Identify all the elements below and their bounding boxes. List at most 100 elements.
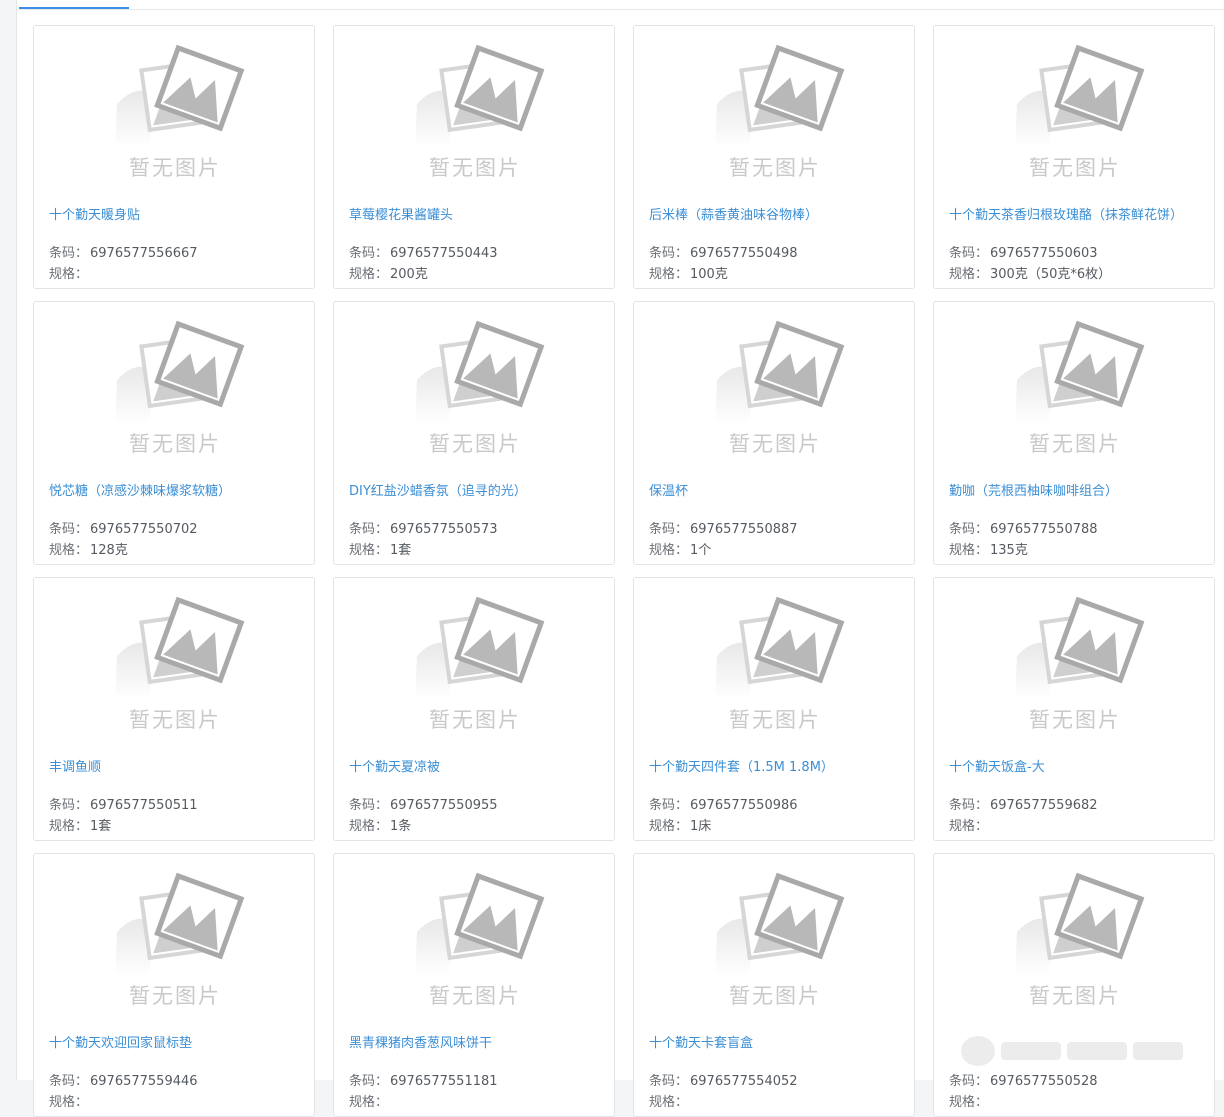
barcode-value: 6976577554052 [690,1074,798,1089]
barcode-label: 条码： [649,798,689,813]
spec-label: 规格： [649,267,689,282]
product-name-link[interactable]: 十个勤天暖身贴 [49,204,304,223]
product-card[interactable]: 暂无图片 保温杯 条码： 6976577550887 规格： 1个 [633,301,915,565]
barcode-label: 条码： [949,522,989,537]
no-image-text: 暂无图片 [429,432,521,456]
barcode-value: 6976577550498 [690,246,798,261]
product-name-link[interactable]: 十个勤天茶香归根玫瑰酪（抹茶鲜花饼） [949,204,1204,223]
barcode-value: 6976577556667 [90,246,198,261]
barcode-value: 6976577551181 [390,1074,498,1089]
spec-row: 规格： 1套 [49,815,111,834]
spec-label: 规格： [349,819,389,834]
barcode-label: 条码： [349,798,389,813]
active-tab-indicator [19,7,129,9]
product-card[interactable]: 暂无图片 十个勤天茶香归根玫瑰酪（抹茶鲜花饼） 条码： 6976577550603… [933,25,1215,289]
product-card[interactable]: 暂无图片 勤咖（芫根西柚味咖啡组合） 条码： 6976577550788 规格： 1… [933,301,1215,565]
spec-label: 规格： [949,543,989,558]
barcode-label: 条码： [349,522,389,537]
no-image-text: 暂无图片 [1029,432,1121,456]
product-card[interactable]: 暂无图片 草莓樱花果酱罐头 条码： 6976577550443 规格： 200克 [333,25,615,289]
no-image-text: 暂无图片 [729,984,821,1008]
product-card[interactable]: 暂无图片 DIY红盐沙蜡香氛（追寻的光） 条码： 6976577550573 规格… [333,301,615,565]
barcode-label: 条码： [49,522,89,537]
spec-row: 规格： [949,815,990,834]
tab-bar-divider [17,9,1224,10]
product-name-link[interactable]: 后米棒（蒜香黄油味谷物棒） [649,204,904,223]
barcode-value: 6976577550511 [90,798,198,813]
barcode-label: 条码： [349,246,389,261]
spec-row: 规格： [49,263,90,282]
spec-label: 规格： [649,1095,689,1110]
barcode-value: 6976577550603 [990,246,1098,261]
product-name-link[interactable]: 勤咖（芫根西柚味咖啡组合） [949,480,1204,499]
barcode-row: 条码： 6976577550603 [949,242,1098,261]
barcode-label: 条码： [949,798,989,813]
no-image-text: 暂无图片 [729,432,821,456]
spec-row: 规格： 100克 [649,263,728,282]
watermark [961,1029,1224,1073]
product-card[interactable]: 暂无图片 丰调鱼顺 条码： 6976577550511 规格： 1套 [33,577,315,841]
product-name-link[interactable]: 十个勤天夏凉被 [349,756,604,775]
product-name-link[interactable]: 十个勤天四件套（1.5M 1.8M） [649,756,904,775]
no-image-text: 暂无图片 [1029,984,1121,1008]
spec-label: 规格： [349,543,389,558]
spec-label: 规格： [649,819,689,834]
product-card[interactable]: 暂无图片 十个勤天欢迎回家鼠标垫 条码： 6976577559446 规格： [33,853,315,1117]
spec-label: 规格： [349,267,389,282]
product-card[interactable]: 暂无图片 十个勤天夏凉被 条码： 6976577550955 规格： 1条 [333,577,615,841]
product-card[interactable]: 暂无图片 后米棒（蒜香黄油味谷物棒） 条码： 6976577550498 规格： 1… [633,25,915,289]
spec-value: 128克 [90,543,128,558]
product-card[interactable]: 暂无图片 悦芯糖（凉感沙棘味爆浆软糖） 条码： 6976577550702 规格：… [33,301,315,565]
spec-label: 规格： [49,819,89,834]
product-card[interactable]: 暂无图片 十个勤天暖身贴 条码： 6976577556667 规格： [33,25,315,289]
product-name-link[interactable]: 十个勤天卡套盲盒 [649,1032,904,1051]
barcode-value: 6976577559682 [990,798,1098,813]
product-card[interactable]: 暂无图片 十个勤天卡套盲盒 条码： 6976577554052 规格： [633,853,915,1117]
no-image-text: 暂无图片 [429,984,521,1008]
barcode-value: 6976577550955 [390,798,498,813]
content-panel: 暂无图片 十个勤天暖身贴 条码： 6976577556667 规格： 暂无图片 … [16,0,1224,1117]
no-image-text: 暂无图片 [1029,156,1121,180]
no-image-text: 暂无图片 [129,156,221,180]
spec-value: 1个 [690,543,712,558]
product-card[interactable]: 暂无图片 十个勤天饭盒-大 条码： 6976577559682 规格： [933,577,1215,841]
product-card[interactable]: 暂无图片 条码： 6976577550528 规格： [933,853,1215,1117]
product-name-link[interactable]: 十个勤天欢迎回家鼠标垫 [49,1032,304,1051]
barcode-value: 6976577550702 [90,522,198,537]
no-image-text: 暂无图片 [429,156,521,180]
barcode-value: 6976577559446 [90,1074,198,1089]
barcode-row: 条码： 6976577550498 [649,242,798,261]
product-name-link[interactable]: 丰调鱼顺 [49,756,304,775]
spec-row: 规格： 1套 [349,539,411,558]
barcode-value: 6976577550573 [390,522,498,537]
product-name-link[interactable]: 保温杯 [649,480,904,499]
barcode-label: 条码： [49,798,89,813]
no-image-text: 暂无图片 [129,984,221,1008]
barcode-row: 条码： 6976577550955 [349,794,498,813]
product-card[interactable]: 暂无图片 黑青稞猪肉香葱风味饼干 条码： 6976577551181 规格： [333,853,615,1117]
no-image-text: 暂无图片 [1029,708,1121,732]
spec-label: 规格： [949,267,989,282]
barcode-row: 条码： 6976577559682 [949,794,1098,813]
product-name-link[interactable]: 十个勤天饭盒-大 [949,756,1204,775]
barcode-value: 6976577550443 [390,246,498,261]
product-name-link[interactable]: 黑青稞猪肉香葱风味饼干 [349,1032,604,1051]
barcode-row: 条码： 6976577550788 [949,518,1098,537]
spec-value: 100克 [690,267,728,282]
no-image-text: 暂无图片 [429,708,521,732]
barcode-row: 条码： 6976577550887 [649,518,798,537]
spec-value: 1条 [390,819,412,834]
product-card[interactable]: 暂无图片 十个勤天四件套（1.5M 1.8M） 条码： 6976577550986… [633,577,915,841]
product-name-link[interactable]: 悦芯糖（凉感沙棘味爆浆软糖） [49,480,304,499]
spec-row: 规格： [49,1091,90,1110]
spec-value: 1套 [90,819,112,834]
spec-row: 规格： 135克 [949,539,1028,558]
spec-value: 1套 [390,543,412,558]
product-name-link[interactable]: DIY红盐沙蜡香氛（追寻的光） [349,480,604,499]
no-image-text: 暂无图片 [129,432,221,456]
spec-row: 规格： [649,1091,690,1110]
product-name-link[interactable]: 草莓樱花果酱罐头 [349,204,604,223]
spec-label: 规格： [649,543,689,558]
spec-label: 规格： [949,819,989,834]
no-image-text: 暂无图片 [129,708,221,732]
